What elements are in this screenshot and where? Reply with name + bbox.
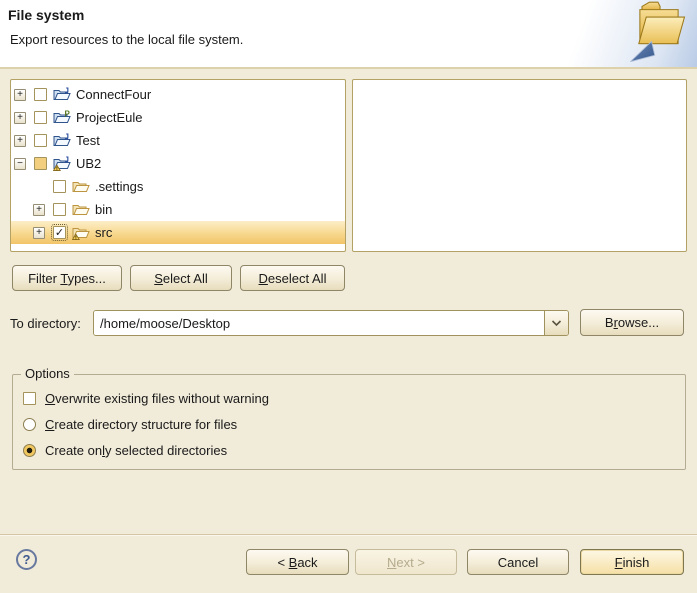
file-list-panel[interactable]	[352, 79, 687, 252]
expand-icon[interactable]: +	[33, 204, 45, 216]
button-label: Filter Types...	[28, 271, 106, 286]
tree-item-ub2[interactable]: − J UB2	[11, 152, 345, 175]
button-label: Cancel	[498, 555, 538, 570]
tree-item-label: ProjectEule	[76, 110, 142, 125]
wizard-header: File system Export resources to the loca…	[0, 0, 697, 69]
overwrite-checkbox[interactable]	[23, 392, 36, 405]
item-checkbox[interactable]	[34, 134, 47, 147]
expand-icon[interactable]: +	[14, 89, 26, 101]
cancel-button[interactable]: Cancel	[467, 549, 569, 575]
page-description: Export resources to the local file syste…	[10, 32, 243, 47]
java-project-folder-icon: J	[53, 133, 71, 148]
option-label: Create only selected directories	[45, 443, 227, 458]
back-button[interactable]: < Back	[246, 549, 349, 575]
button-label: Browse...	[605, 315, 659, 330]
tree-item-bin[interactable]: + bin	[11, 198, 345, 221]
option-overwrite[interactable]: Overwrite existing files without warning	[23, 388, 269, 408]
page-title: File system	[8, 7, 84, 23]
tree-item-projecteule[interactable]: + P ProjectEule	[11, 106, 345, 129]
folder-icon	[72, 179, 90, 194]
svg-text:P: P	[65, 110, 71, 119]
create-selected-radio[interactable]	[23, 444, 36, 457]
button-label: Next >	[387, 555, 425, 570]
collapse-icon[interactable]: −	[14, 158, 26, 170]
tree-item-label: ConnectFour	[76, 87, 151, 102]
svg-text:J: J	[65, 156, 69, 165]
expand-icon[interactable]: +	[14, 135, 26, 147]
directory-combo[interactable]	[93, 310, 569, 336]
resource-tree-panel[interactable]: + J ConnectFour + P ProjectEule + J Test…	[10, 79, 346, 252]
expand-icon[interactable]: +	[14, 112, 26, 124]
svg-text:J: J	[65, 133, 69, 142]
svg-text:J: J	[65, 87, 69, 96]
export-folder-icon	[625, 1, 693, 65]
create-structure-radio[interactable]	[23, 418, 36, 431]
button-label: Select All	[154, 271, 207, 286]
options-group: Options Overwrite existing files without…	[12, 374, 686, 470]
expand-icon[interactable]: +	[33, 227, 45, 239]
next-button[interactable]: Next >	[355, 549, 457, 575]
java-project-folder-warning-icon: J	[53, 156, 71, 171]
tree-item-settings[interactable]: .settings	[11, 175, 345, 198]
filter-types-button[interactable]: Filter Types...	[12, 265, 122, 291]
item-checkbox-mixed[interactable]	[34, 157, 47, 170]
button-label: Finish	[615, 555, 650, 570]
option-label: Overwrite existing files without warning	[45, 391, 269, 406]
folder-icon	[72, 202, 90, 217]
tree-item-test[interactable]: + J Test	[11, 129, 345, 152]
select-all-button[interactable]: Select All	[130, 265, 232, 291]
tree-item-label: src	[95, 225, 112, 240]
deselect-all-button[interactable]: Deselect All	[240, 265, 345, 291]
browse-button[interactable]: Browse...	[580, 309, 684, 336]
option-create-selected[interactable]: Create only selected directories	[23, 440, 227, 460]
combo-dropdown-button[interactable]	[544, 311, 568, 335]
tree-item-label: UB2	[76, 156, 101, 171]
chevron-down-icon	[551, 320, 562, 327]
tree-item-label: bin	[95, 202, 112, 217]
item-checkbox-checked[interactable]	[53, 226, 66, 239]
tree-item-label: .settings	[95, 179, 143, 194]
directory-input[interactable]	[94, 311, 544, 335]
resource-tree: + J ConnectFour + P ProjectEule + J Test…	[11, 80, 345, 244]
item-checkbox[interactable]	[53, 203, 66, 216]
tree-item-src[interactable]: + src	[11, 221, 345, 244]
button-label: Deselect All	[259, 271, 327, 286]
tree-item-label: Test	[76, 133, 100, 148]
java-project-folder-icon: J	[53, 87, 71, 102]
tree-item-connectfour[interactable]: + J ConnectFour	[11, 83, 345, 106]
finish-button[interactable]: Finish	[580, 549, 684, 575]
item-checkbox[interactable]	[34, 88, 47, 101]
option-label: Create directory structure for files	[45, 417, 237, 432]
folder-warning-icon	[72, 225, 90, 240]
to-directory-label: To directory:	[10, 316, 81, 331]
help-icon[interactable]: ?	[16, 549, 37, 570]
item-checkbox[interactable]	[34, 111, 47, 124]
option-create-structure[interactable]: Create directory structure for files	[23, 414, 237, 434]
options-group-label: Options	[21, 366, 74, 381]
button-label: < Back	[277, 555, 317, 570]
footer-separator	[0, 534, 697, 536]
project-folder-icon: P	[53, 110, 71, 125]
item-checkbox[interactable]	[53, 180, 66, 193]
